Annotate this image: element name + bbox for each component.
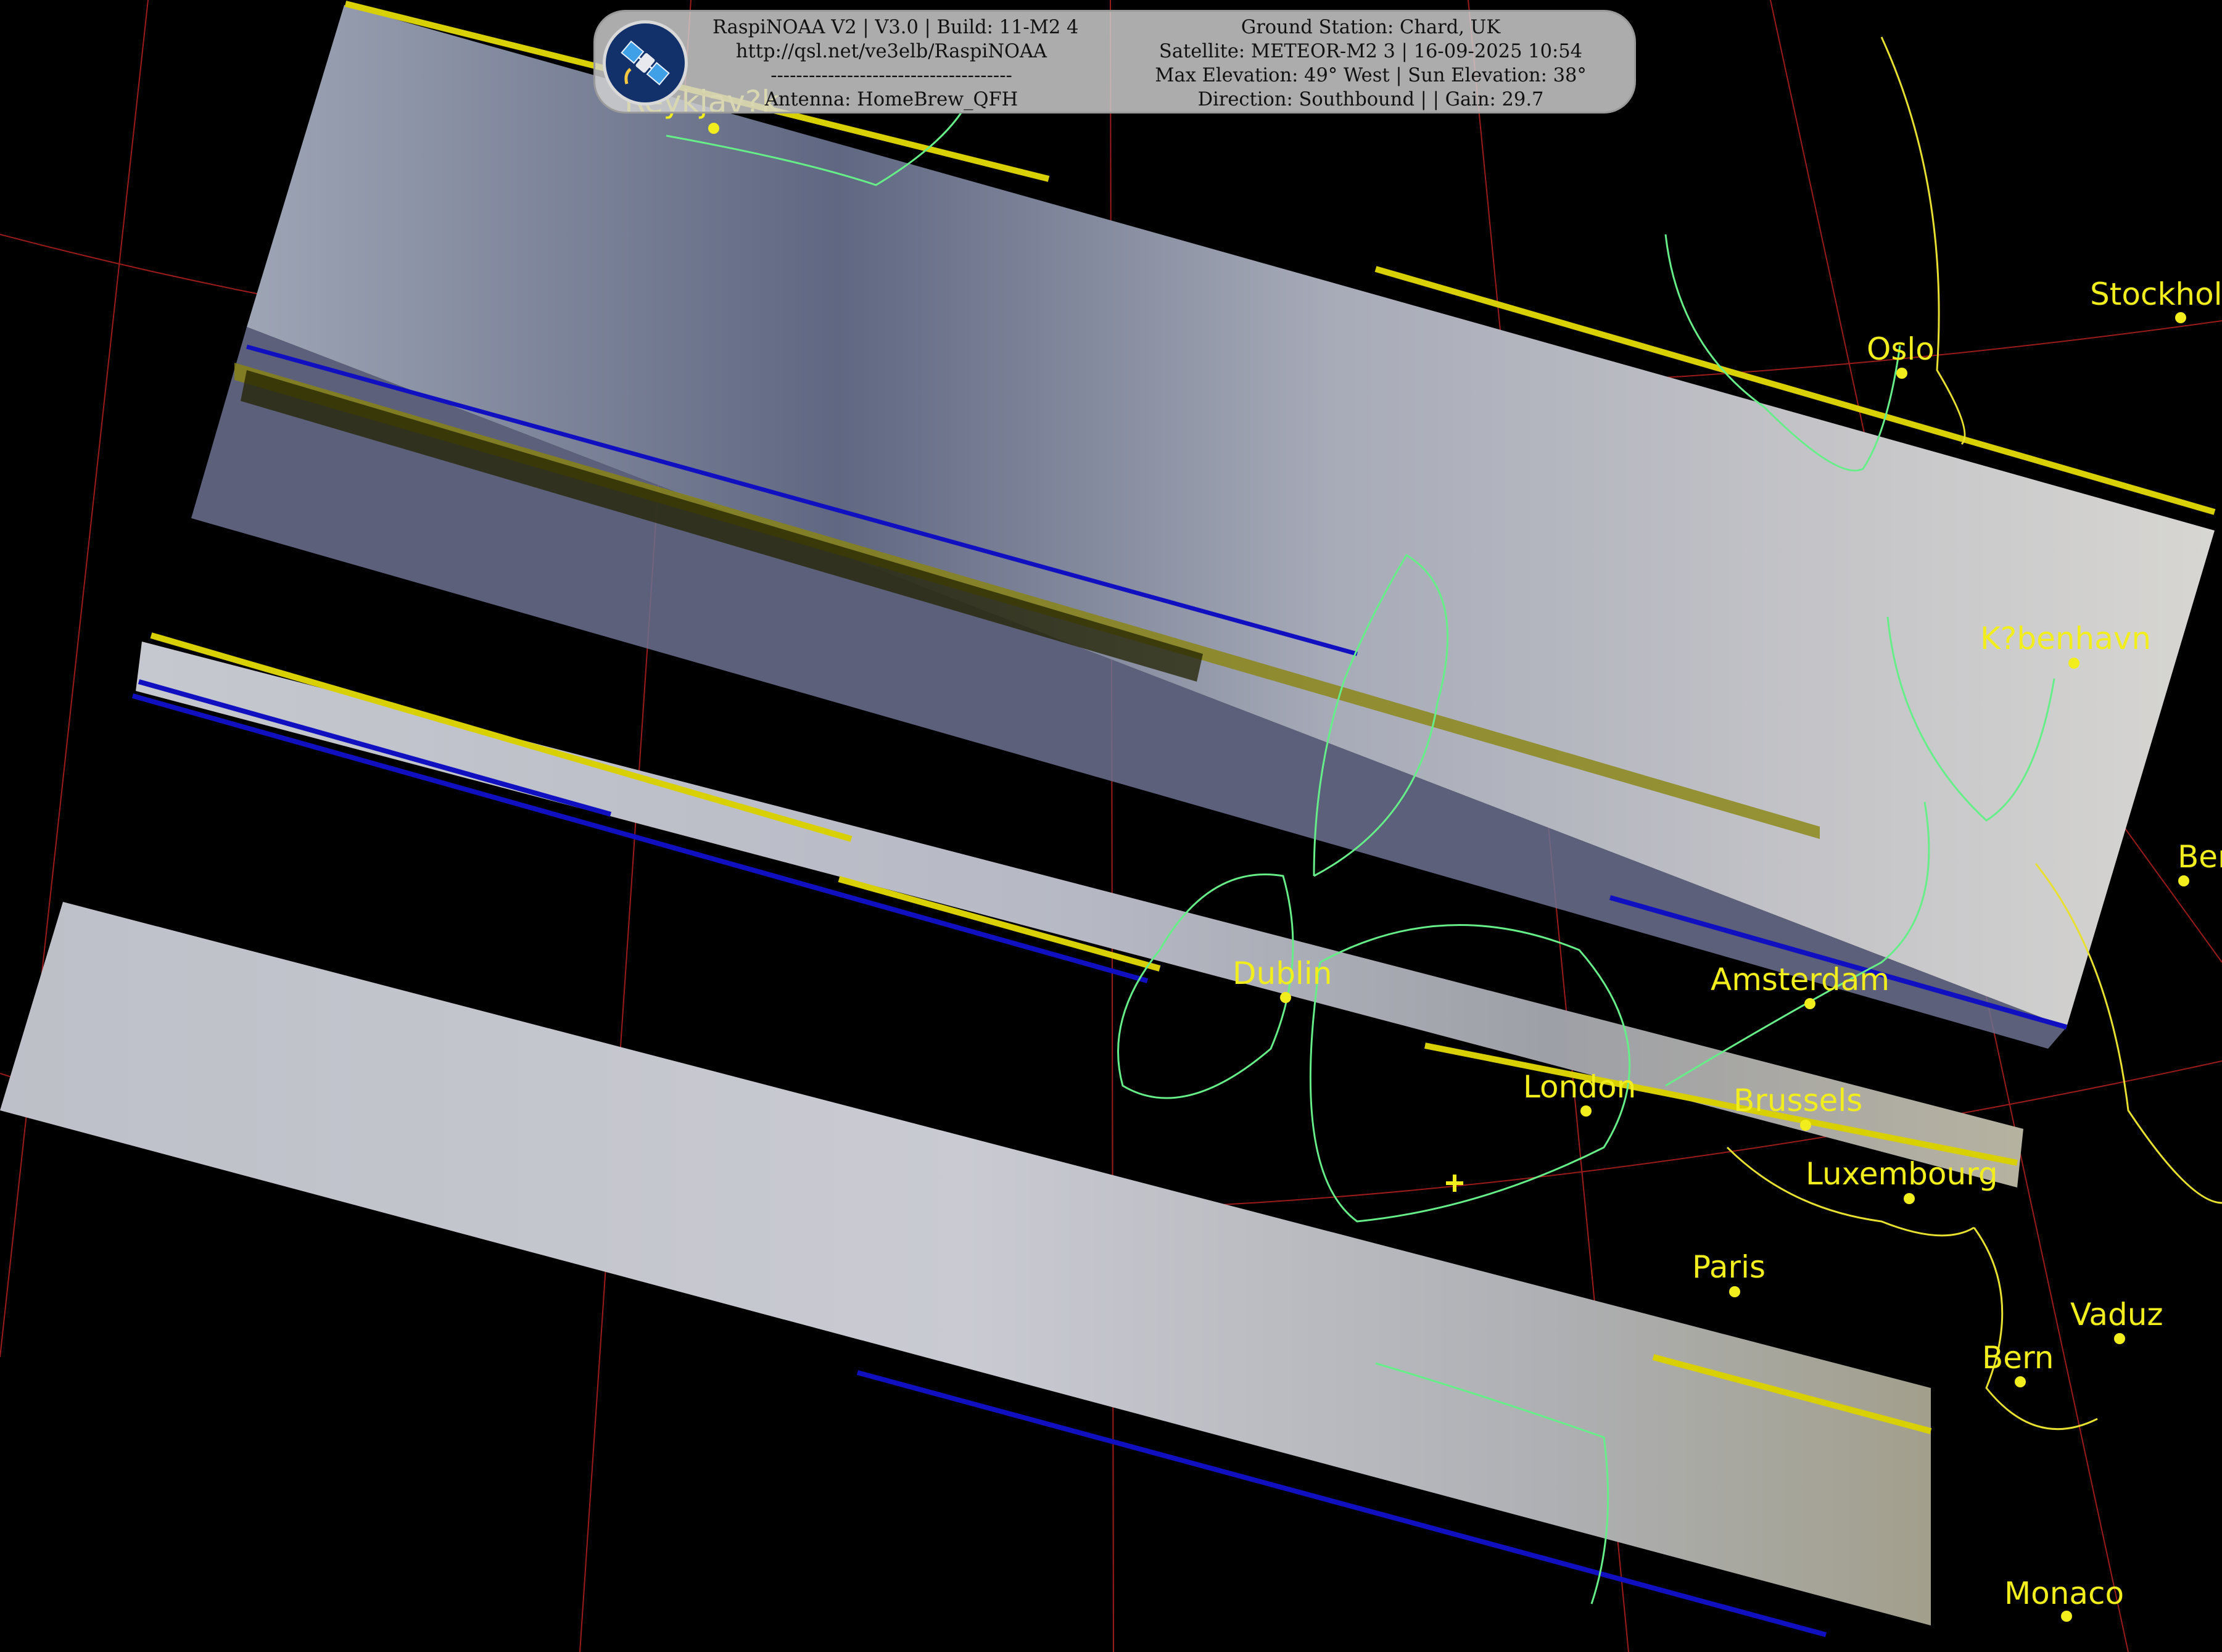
svg-text:Luxembourg: Luxembourg	[1806, 1156, 1998, 1192]
city-paris: Paris	[1692, 1249, 1766, 1297]
plus-marker	[1446, 1175, 1463, 1192]
satellite-imagery	[0, 1, 2216, 1637]
svg-text:Paris: Paris	[1692, 1249, 1766, 1285]
direction-gain: Direction: Southbound | | Gain: 29.7	[1197, 89, 1544, 110]
svg-text:Dublin: Dublin	[1233, 956, 1332, 991]
city-monaco: Monaco	[2004, 1576, 2124, 1622]
city-berlin: Berlin	[2178, 839, 2222, 886]
city-amsterdam: Amsterdam	[1711, 962, 1890, 1009]
city-stockholm: Stockholm	[2090, 276, 2222, 323]
project-url: http://qsl.net/ve3elb/RaspiNOAA	[735, 41, 1047, 62]
build-info: RaspiNOAA V2 | V3.0 | Build: 11-M2 4	[712, 17, 1079, 38]
city-bern: Bern	[1982, 1340, 2054, 1387]
svg-text:Bern: Bern	[1982, 1340, 2054, 1376]
svg-text:Stockholm: Stockholm	[2090, 276, 2222, 312]
svg-text:Amsterdam: Amsterdam	[1711, 962, 1890, 997]
svg-text:Monaco: Monaco	[2004, 1576, 2124, 1611]
antenna-info: Antenna: HomeBrew_QFH	[764, 89, 1018, 110]
svg-text:Vaduz: Vaduz	[2070, 1297, 2163, 1332]
ground-station: Ground Station: Chard, UK	[1241, 17, 1501, 38]
city-vaduz: Vaduz	[2070, 1297, 2163, 1344]
svg-text:K?benhavn: K?benhavn	[1980, 621, 2151, 656]
pass-info-right: Ground Station: Chard, UK Satellite: MET…	[1115, 15, 1627, 112]
pass-info-panel: RaspiNOAA V2 | V3.0 | Build: 11-M2 4 htt…	[593, 10, 1636, 114]
city-luxembourg: Luxembourg	[1806, 1156, 1998, 1204]
map-canvas: Reykjav?k Oslo Stockholm K?benhavn Berli…	[0, 0, 2222, 1652]
svg-text:Berlin: Berlin	[2178, 839, 2222, 875]
elevation-info: Max Elevation: 49° West | Sun Elevation:…	[1155, 65, 1587, 86]
satellite-icon	[603, 20, 688, 105]
city-london: London	[1523, 1069, 1636, 1117]
satellite-icon-graphic	[621, 40, 670, 86]
svg-text:London: London	[1523, 1069, 1636, 1105]
svg-text:Brussels: Brussels	[1733, 1083, 1862, 1118]
satellite-pass-map: Reykjav?k Oslo Stockholm K?benhavn Berli…	[0, 0, 2222, 1652]
separator: --------------------------------------	[770, 65, 1012, 86]
satellite-datetime: Satellite: METEOR-M2 3 | 16-09-2025 10:5…	[1158, 41, 1583, 62]
city-oslo: Oslo	[1867, 331, 1935, 379]
svg-text:Oslo: Oslo	[1867, 331, 1935, 367]
pass-info-left: RaspiNOAA V2 | V3.0 | Build: 11-M2 4 htt…	[712, 15, 1079, 112]
